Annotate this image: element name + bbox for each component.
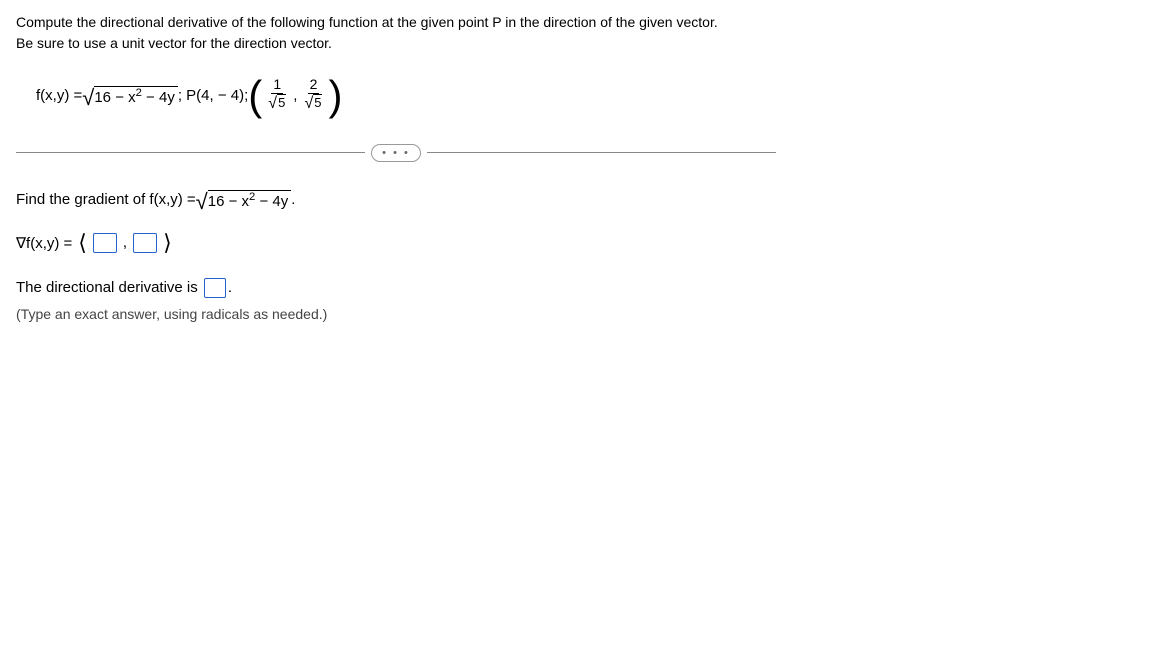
vector-component-2: 2 √5 (302, 76, 324, 112)
point-spec: ; P(4, − 4); (178, 87, 248, 104)
function-lhs: f(x,y) = (36, 87, 82, 104)
gradient-prompt: Find the gradient of f(x,y) = √ 16 − x2 … (16, 190, 1136, 210)
vector-component-1: 1 √5 (266, 76, 288, 112)
sqrt-5-b: √5 (304, 94, 322, 112)
divider-line-right (427, 152, 776, 153)
section-divider: • • • (16, 144, 776, 162)
vector-comma: , (293, 87, 297, 104)
divider-line-left (16, 152, 365, 153)
sqrt-expression-2: √ 16 − x2 − 4y (196, 190, 292, 210)
directional-derivative-line: The directional derivative is . (16, 278, 1136, 298)
close-paren: ) (328, 79, 342, 113)
answer-hint: (Type an exact answer, using radicals as… (16, 306, 1136, 322)
problem-formula: f(x,y) = √ 16 − x2 − 4y ; P(4, − 4); ( 1… (36, 78, 1136, 114)
expand-button[interactable]: • • • (371, 144, 421, 162)
radicand: 16 − x2 − 4y (94, 86, 177, 106)
radical-symbol-2: √ (196, 192, 208, 212)
instruction-line-1: Compute the directional derivative of th… (16, 12, 1136, 33)
gradient-input-y[interactable] (133, 233, 157, 253)
sqrt-expression: √ 16 − x2 − 4y (82, 86, 178, 106)
gradient-input-x[interactable] (93, 233, 117, 253)
angle-close: ⟩ (163, 230, 172, 256)
gradient-comma: , (123, 234, 127, 251)
sqrt-5-a: √5 (268, 94, 286, 112)
gradient-equation: ∇f(x,y) = ⟨ , ⟩ (16, 230, 1136, 256)
derivative-input[interactable] (204, 278, 226, 298)
gradient-lhs: ∇f(x,y) = (16, 234, 72, 252)
radical-symbol: √ (82, 88, 94, 108)
angle-open: ⟨ (78, 230, 87, 256)
radicand-2: 16 − x2 − 4y (208, 190, 291, 210)
open-paren: ( (248, 79, 262, 113)
problem-instructions: Compute the directional derivative of th… (16, 12, 1136, 54)
instruction-line-2: Be sure to use a unit vector for the dir… (16, 33, 1136, 54)
